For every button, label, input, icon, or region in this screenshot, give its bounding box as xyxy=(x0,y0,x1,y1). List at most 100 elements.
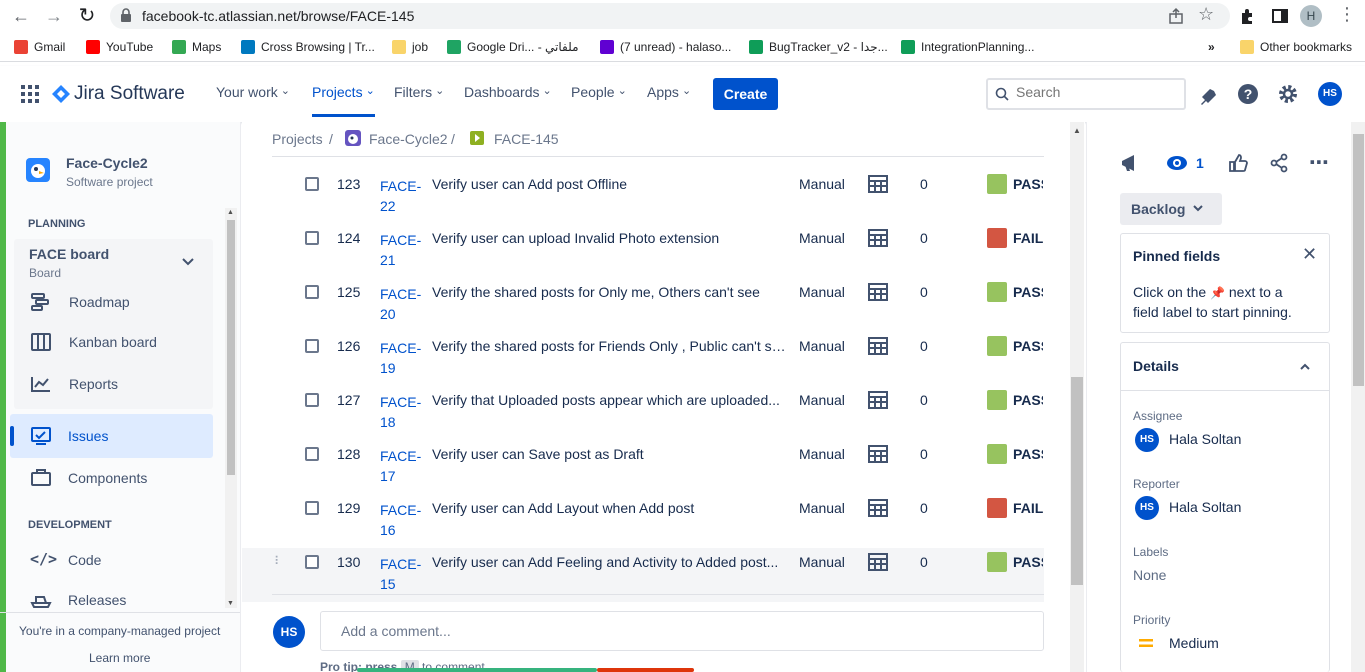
extensions-icon[interactable] xyxy=(1238,7,1256,25)
bookmark-item[interactable]: (7 unread) - halaso... xyxy=(600,38,731,56)
help-icon[interactable]: ? xyxy=(1237,83,1259,105)
board-name[interactable]: FACE board xyxy=(29,246,109,262)
jira-logo-icon[interactable] xyxy=(51,84,71,104)
jira-logo-text[interactable]: Jira Software xyxy=(74,83,185,105)
settings-gear-icon[interactable] xyxy=(1277,83,1299,105)
share-icon[interactable] xyxy=(1167,7,1185,25)
more-actions-icon[interactable]: ⋯ xyxy=(1309,150,1330,175)
drag-handle-icon[interactable]: ⠇ xyxy=(274,554,283,568)
chevron-down-icon[interactable] xyxy=(182,258,194,266)
test-row[interactable]: 127 FACE- 18 Verify that Uploaded posts app… xyxy=(242,386,1044,440)
like-thumbs-up-icon[interactable] xyxy=(1228,153,1248,173)
row-checkbox[interactable] xyxy=(305,555,319,569)
row-checkbox[interactable] xyxy=(305,447,319,461)
reload-icon[interactable]: ↻ xyxy=(75,4,99,28)
feedback-megaphone-icon[interactable] xyxy=(1120,153,1142,173)
test-steps-grid-icon[interactable] xyxy=(868,553,888,571)
nav-filters[interactable]: Filters ⌄ xyxy=(394,84,444,100)
details-title[interactable]: Details xyxy=(1133,358,1179,374)
row-checkbox[interactable] xyxy=(305,231,319,245)
assignee-value[interactable]: Hala Soltan xyxy=(1169,431,1241,447)
search-field[interactable] xyxy=(986,78,1186,110)
user-avatar[interactable]: HS xyxy=(1318,82,1342,106)
breadcrumb-project[interactable]: Face-Cycle2 xyxy=(369,131,448,147)
other-bookmarks[interactable]: Other bookmarks xyxy=(1240,38,1352,56)
forward-icon[interactable]: → xyxy=(42,4,66,28)
bookmark-item[interactable]: Google Dri... - ملفاتي xyxy=(447,38,579,56)
chevron-up-icon[interactable] xyxy=(1300,363,1310,371)
row-checkbox[interactable] xyxy=(305,501,319,515)
create-button[interactable]: Create xyxy=(713,78,778,110)
bookmark-item[interactable]: Cross Browsing | Tr... xyxy=(241,38,375,56)
page-scroll-thumb[interactable] xyxy=(1353,134,1364,386)
row-checkbox[interactable] xyxy=(305,339,319,353)
test-row[interactable]: 128 FACE- 17 Verify user can Save post as D… xyxy=(242,440,1044,494)
priority-value[interactable]: Medium xyxy=(1169,635,1219,651)
sidebar-item-kanban-board[interactable]: Kanban board xyxy=(69,334,157,350)
row-checkbox[interactable] xyxy=(305,393,319,407)
nav-your-work[interactable]: Your work ⌄ xyxy=(216,84,290,100)
test-steps-grid-icon[interactable] xyxy=(868,499,888,517)
sidebar-scroll-thumb[interactable] xyxy=(227,220,235,475)
row-checkbox[interactable] xyxy=(305,285,319,299)
bookmark-item[interactable]: BugTracker_v2 - جدا... xyxy=(749,38,888,56)
learn-more-link[interactable]: Learn more xyxy=(89,651,150,665)
row-issue-key[interactable]: FACE- 20 xyxy=(380,284,424,324)
notifications-icon[interactable] xyxy=(1198,83,1220,105)
main-scroll-thumb[interactable] xyxy=(1071,377,1083,585)
row-status[interactable]: PASS xyxy=(1013,284,1043,300)
sidebar-item-reports[interactable]: Reports xyxy=(69,376,118,392)
main-scroll-up-icon[interactable]: ▲ xyxy=(1073,126,1081,135)
labels-value[interactable]: None xyxy=(1133,567,1166,583)
scroll-down-arrow-icon[interactable]: ▼ xyxy=(227,600,234,607)
comment-box[interactable]: Add a comment... xyxy=(320,611,1044,651)
row-issue-key[interactable]: FACE- 22 xyxy=(380,176,424,216)
sidebar-item-releases[interactable]: Releases xyxy=(68,592,126,608)
nav-dashboards[interactable]: Dashboards ⌄ xyxy=(464,84,552,100)
row-issue-key[interactable]: FACE- 17 xyxy=(380,446,424,486)
nav-people[interactable]: People ⌄ xyxy=(571,84,627,100)
row-status[interactable]: PASS xyxy=(1013,392,1043,408)
menu-icon[interactable]: ⋮ xyxy=(1338,4,1356,25)
watch-eye-icon[interactable] xyxy=(1166,154,1188,172)
row-issue-key[interactable]: FACE- 21 xyxy=(380,230,424,270)
star-icon[interactable]: ☆ xyxy=(1198,4,1214,25)
profile-avatar[interactable]: H xyxy=(1300,5,1322,27)
row-status[interactable]: PASS xyxy=(1013,554,1043,570)
bookmark-item[interactable]: Gmail xyxy=(14,38,65,56)
test-row[interactable]: 126 FACE- 19 Verify the shared posts for Fr… xyxy=(242,332,1044,386)
scroll-up-arrow-icon[interactable]: ▲ xyxy=(227,209,234,216)
row-status[interactable]: PASS xyxy=(1013,176,1043,192)
bookmark-item[interactable]: job xyxy=(392,38,428,56)
share-icon[interactable] xyxy=(1269,153,1289,173)
test-row[interactable]: 125 FACE- 20 Verify the shared posts for On… xyxy=(242,278,1044,332)
row-issue-key[interactable]: FACE- 18 xyxy=(380,392,424,432)
project-name[interactable]: Face-Cycle2 xyxy=(66,155,148,171)
breadcrumb-projects[interactable]: Projects xyxy=(272,131,323,147)
test-steps-grid-icon[interactable] xyxy=(868,229,888,247)
sidebar-item-code[interactable]: Code xyxy=(68,552,101,568)
row-status[interactable]: FAIL xyxy=(1013,230,1043,246)
close-icon[interactable]: ✕ xyxy=(1302,244,1317,265)
nav-apps[interactable]: Apps ⌄ xyxy=(647,84,691,100)
back-icon[interactable]: ← xyxy=(9,4,33,28)
test-row[interactable]: 124 FACE- 21 Verify user can upload Invalid… xyxy=(242,224,1044,278)
reporter-value[interactable]: Hala Soltan xyxy=(1169,499,1241,515)
search-input[interactable] xyxy=(1016,84,1176,100)
more-bookmarks-button[interactable]: » xyxy=(1208,38,1215,56)
nav-projects[interactable]: Projects ⌄ xyxy=(312,84,375,117)
row-status[interactable]: PASS xyxy=(1013,446,1043,462)
row-issue-key[interactable]: FACE- 15 xyxy=(380,554,424,594)
row-issue-key[interactable]: FACE- 19 xyxy=(380,338,424,378)
status-dropdown[interactable]: Backlog xyxy=(1120,193,1222,225)
bookmark-item[interactable]: IntegrationPlanning... xyxy=(901,38,1034,56)
test-steps-grid-icon[interactable] xyxy=(868,337,888,355)
test-steps-grid-icon[interactable] xyxy=(868,283,888,301)
sidepanel-icon[interactable] xyxy=(1271,7,1289,25)
row-status[interactable]: FAIL xyxy=(1013,500,1043,516)
test-steps-grid-icon[interactable] xyxy=(868,391,888,409)
row-status[interactable]: PASS xyxy=(1013,338,1043,354)
row-checkbox[interactable] xyxy=(305,177,319,191)
test-steps-grid-icon[interactable] xyxy=(868,445,888,463)
app-switcher-icon[interactable] xyxy=(21,85,39,103)
